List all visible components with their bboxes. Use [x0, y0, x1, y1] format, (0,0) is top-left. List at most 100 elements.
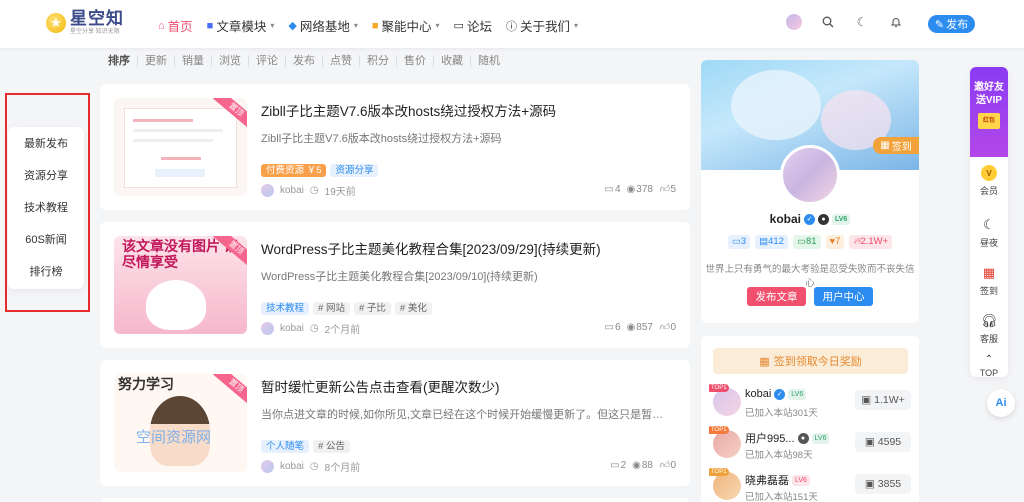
post-author[interactable]: kobai — [280, 323, 304, 334]
user-center-button[interactable]: 用户中心 — [814, 287, 873, 306]
post-thumbnail[interactable]: 置顶 — [114, 98, 247, 196]
thumbs-up-icon: 👍︎ — [658, 322, 670, 333]
post-excerpt: Zibll子比主题V7.6版本改hosts绕过授权方法+源码 — [261, 133, 502, 145]
ranking-row[interactable]: TOP1 kobai ✓ LV6 已加入本站301天 ▣ 1.1W+ — [709, 384, 915, 424]
site-logo[interactable]: ★ 星空知 星空分享 知识无限 — [46, 10, 124, 35]
moon-icon[interactable]: ☾ — [854, 14, 870, 30]
post-card[interactable]: 努力学习 空间资源网 置顶 暂时缓忙更新公告点击查看(更醒次数少) 当你点进文章… — [100, 360, 690, 486]
post-thumbnail[interactable]: 该文章没有图片 请尽情享受 置顶 — [114, 236, 247, 334]
bell-icon[interactable] — [888, 14, 904, 30]
stat-comments[interactable]: ▭3 — [727, 235, 751, 249]
daily-reward-banner[interactable]: ▦ 签到领取今日奖励 — [713, 348, 908, 374]
invite-vip-ad[interactable]: 邀好友 送VIP 红包 — [970, 67, 1008, 157]
ranking-user-name[interactable]: 用户995... — [745, 430, 795, 446]
stat-posts[interactable]: ▤412 — [755, 235, 788, 249]
ranking-user-name[interactable]: 晓弗磊磊 — [745, 472, 789, 488]
post-card[interactable]: 该文章没有图片 请尽情享受 置顶 WordPress子比主题美化教程合集[202… — [100, 222, 690, 348]
calendar-icon: ▦ — [982, 265, 996, 280]
post-stats: ▭ 4 ◉ 378 👍︎ 5 — [605, 183, 676, 196]
toolbar-theme-toggle[interactable]: ☾ 昼夜 — [970, 211, 1008, 255]
sort-option-price[interactable]: 售价 — [396, 55, 433, 67]
pinned-ribbon: 置顶 — [212, 374, 247, 407]
sort-option-comments[interactable]: 评论 — [248, 55, 285, 67]
comment-icon: ▭ — [731, 236, 741, 247]
toolbar-sign-in[interactable]: ▦ 签到 — [970, 259, 1008, 303]
sign-in-button[interactable]: ▦ 签到 — [873, 137, 919, 154]
points-badge[interactable]: ▣ 4595 — [855, 432, 911, 452]
author-avatar[interactable] — [261, 460, 274, 473]
bunny-illustration — [146, 280, 206, 330]
medal-icon: ● — [818, 213, 829, 225]
nav-item-home[interactable]: ⌂ 首页 — [158, 16, 193, 35]
points-badge[interactable]: ▣ 1.1W+ — [855, 390, 911, 410]
post-tag[interactable]: 个人随笔 — [261, 440, 310, 453]
post-title[interactable]: Zibll子比主题V7.6版本改hosts绕过授权方法+源码 — [261, 100, 556, 120]
post-thumbnail[interactable]: 努力学习 空间资源网 置顶 — [114, 374, 247, 472]
toolbar-vip[interactable]: V 会员 — [970, 159, 1008, 203]
ranking-avatar[interactable] — [713, 472, 741, 500]
post-title[interactable]: WordPress子比主题美化教程合集[2023/09/29](持续更新) — [261, 238, 601, 258]
sort-option-random[interactable]: 随机 — [470, 55, 507, 67]
post-tag[interactable]: # 美化 — [394, 302, 432, 315]
toolbar-back-to-top[interactable]: ⌃ TOP — [970, 351, 1008, 377]
ranking-avatar[interactable] — [713, 388, 741, 416]
sort-option-publish[interactable]: 发布 — [285, 55, 322, 67]
medal-icon: ● — [797, 432, 809, 444]
user-name[interactable]: kobai — [770, 212, 801, 226]
message-icon: ▭ — [796, 236, 806, 247]
ranking-user-name[interactable]: kobai — [745, 388, 771, 400]
post-time: 2个月前 — [324, 325, 361, 336]
watermark: 空间资源网 — [136, 429, 212, 446]
nav-item-forum[interactable]: ▭ 论坛 — [454, 16, 492, 35]
sort-option-favorites[interactable]: 收藏 — [433, 55, 470, 67]
stat-favorites[interactable]: ♥7 — [825, 235, 845, 249]
ranking-row[interactable]: TOP1 用户995... ● LV6 已加入本站98天 ▣ 4595 — [709, 426, 915, 466]
user-motto: 世界上只有勇气的最大考验是忍受失败而不丧失信心 — [705, 264, 915, 289]
sort-option-likes[interactable]: 点赞 — [322, 55, 359, 67]
post-tag[interactable]: 技术教程 — [261, 302, 310, 315]
sort-option-update[interactable]: 更新 — [137, 55, 174, 67]
thumbs-up-icon: 👍︎ — [658, 184, 670, 195]
nav-item-about[interactable]: ⓘ 关于我们 ▾ — [506, 16, 578, 35]
stat-popularity[interactable]: 🔥︎2.1W+ — [849, 235, 893, 249]
nav-item-network[interactable]: ◆ 网络基地 ▾ — [288, 16, 358, 35]
ranking-row[interactable]: TOP1 晓弗磊磊 LV6 已加入本站151天 ▣ 3855 — [709, 468, 915, 502]
stat-messages[interactable]: ▭81 — [792, 235, 821, 249]
sort-option-views[interactable]: 浏览 — [211, 55, 248, 67]
nav-item-energy[interactable]: ■ 聚能中心 ▾ — [372, 16, 440, 35]
verified-icon: ✓ — [804, 213, 815, 225]
post-tag[interactable]: 资源分享 — [330, 164, 379, 177]
post-tag[interactable]: # 公告 — [313, 440, 350, 453]
user-name-row: kobai ✓ ● LV6 — [701, 212, 919, 226]
post-tag[interactable]: 付费资源 ￥5 — [261, 164, 327, 177]
logo-subtitle: 星空分享 知识无限 — [70, 29, 120, 35]
top-badge: TOP1 — [709, 468, 729, 476]
post-card[interactable]: 置顶 Zibll子比主题V7.6版本改hosts绕过授权方法+源码 Zibll子… — [100, 84, 690, 210]
points-badge[interactable]: ▣ 3855 — [855, 474, 911, 494]
join-days: 已加入本站301天 — [745, 408, 818, 419]
nav-item-articles[interactable]: ■ 文章模块 ▾ — [207, 16, 275, 35]
sort-option-sales[interactable]: 销量 — [174, 55, 211, 67]
sort-option-points[interactable]: 积分 — [359, 55, 396, 67]
post-tag[interactable]: # 子比 — [353, 302, 391, 315]
post-time: 19天前 — [324, 187, 356, 198]
clock-icon: ◷ — [309, 323, 319, 334]
author-avatar[interactable] — [261, 184, 274, 197]
publish-article-button[interactable]: 发布文章 — [747, 287, 806, 306]
post-card[interactable] — [100, 498, 690, 502]
ranking-avatar[interactable] — [713, 430, 741, 458]
post-tag[interactable]: # 网站 — [313, 302, 350, 315]
post-author[interactable]: kobai — [280, 461, 304, 472]
post-title[interactable]: 暂时缓忙更新公告点击查看(更醒次数少) — [261, 376, 500, 396]
ai-assistant-button[interactable]: Ai — [987, 389, 1015, 417]
author-avatar[interactable] — [261, 322, 274, 335]
publish-button[interactable]: ✎ 发布 — [928, 15, 975, 33]
toolbar-support[interactable]: 🎧︎ 客服 — [970, 307, 1008, 351]
search-icon[interactable] — [820, 14, 836, 30]
post-author[interactable]: kobai — [280, 185, 304, 196]
calendar-icon: ▦ — [880, 140, 890, 151]
user-avatar[interactable] — [780, 145, 840, 205]
calendar-icon: ▦ — [759, 355, 770, 368]
chevron-down-icon: ▾ — [353, 21, 358, 30]
header-avatar[interactable] — [786, 14, 802, 30]
